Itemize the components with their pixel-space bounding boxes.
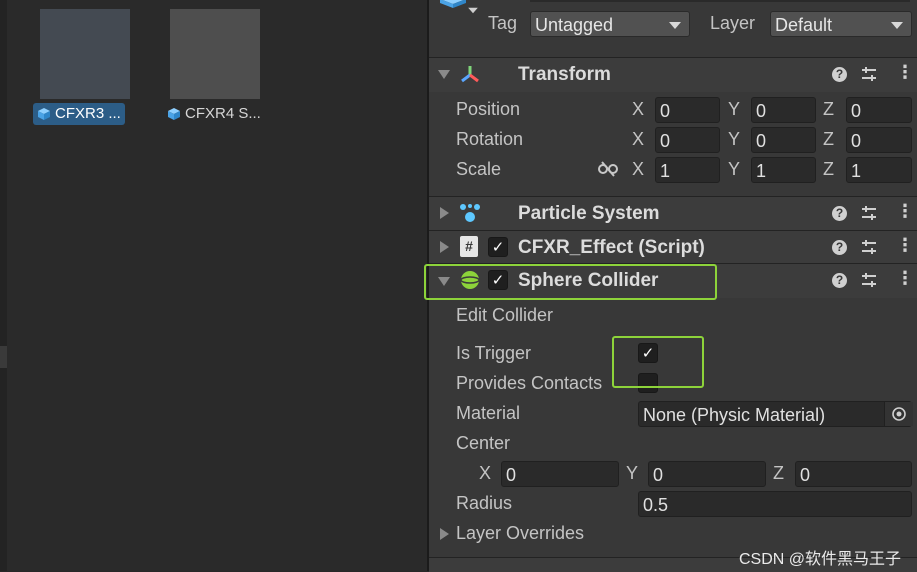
cfxr-effect-title: CFXR_Effect (Script): [518, 237, 705, 258]
presets-icon[interactable]: [860, 272, 878, 289]
asset-item-cfxr4[interactable]: CFXR4 S...: [163, 103, 265, 125]
scale-z-field[interactable]: 1: [846, 157, 912, 183]
more-options-icon[interactable]: ⋮: [896, 235, 914, 256]
tag-dropdown[interactable]: Untagged: [530, 11, 690, 37]
axis-y-label: Y: [728, 129, 741, 149]
watermark-text: CSDN @软件黑马王子: [739, 551, 902, 568]
center-y-field[interactable]: 0: [648, 461, 766, 487]
center-label: Center: [456, 433, 511, 453]
more-options-icon[interactable]: ⋮: [896, 62, 914, 83]
help-icon[interactable]: ?: [832, 240, 847, 255]
prefab-cube-icon: [38, 108, 50, 120]
chevron-down-icon: [669, 22, 681, 29]
axis-y-label: Y: [626, 463, 639, 483]
layer-dropdown[interactable]: Default: [770, 11, 912, 37]
transform-title: Transform: [518, 64, 611, 85]
radius-label: Radius: [456, 493, 513, 513]
rotation-y-field[interactable]: 0: [751, 127, 816, 153]
axis-y-label: Y: [728, 99, 741, 119]
presets-icon[interactable]: [860, 239, 878, 256]
axis-z-label: Z: [773, 463, 784, 483]
name-field-edge: [530, 0, 910, 2]
object-picker-button[interactable]: [884, 402, 913, 426]
position-label: Position: [456, 99, 521, 119]
edit-collider-button[interactable]: Edit Collider: [456, 305, 553, 326]
chevron-down-icon: [891, 22, 903, 29]
foldout-arrow-icon[interactable]: [438, 70, 450, 79]
more-options-icon[interactable]: ⋮: [896, 268, 914, 289]
particle-system-title: Particle System: [518, 203, 660, 224]
axis-z-label: Z: [823, 99, 834, 119]
rotation-z-field[interactable]: 0: [846, 127, 912, 153]
foldout-arrow-icon[interactable]: [440, 207, 449, 219]
asset-label: CFXR3 ...: [55, 105, 121, 122]
center-x-field[interactable]: 0: [501, 461, 619, 487]
axis-x-label: X: [632, 99, 645, 119]
presets-icon[interactable]: [860, 66, 878, 83]
help-icon[interactable]: ?: [832, 67, 847, 82]
link-broken-icon[interactable]: [598, 161, 618, 177]
help-icon[interactable]: ?: [832, 206, 847, 221]
icon-dropdown-icon[interactable]: [468, 7, 478, 14]
axis-z-label: Z: [823, 159, 834, 179]
axis-z-label: Z: [823, 129, 834, 149]
annotation-highlight-box: [612, 336, 704, 388]
material-value: None (Physic Material): [643, 405, 826, 425]
asset-label: CFXR4 S...: [185, 105, 261, 122]
position-z-field[interactable]: 0: [846, 97, 912, 123]
tag-label: Tag: [488, 13, 518, 33]
axis-x-label: X: [632, 159, 645, 179]
position-x-field[interactable]: 0: [655, 97, 720, 123]
cfxr-effect-enabled-checkbox[interactable]: ✓: [488, 237, 508, 257]
asset-thumbnail[interactable]: [40, 9, 130, 99]
scale-x-field[interactable]: 1: [655, 157, 720, 183]
is-trigger-label: Is Trigger: [456, 343, 532, 363]
panel-edge: [0, 0, 7, 571]
axis-x-label: X: [632, 129, 645, 149]
axis-y-label: Y: [728, 159, 741, 179]
annotation-highlight-box: [424, 264, 717, 300]
transform-icon: [461, 66, 479, 83]
layer-value: Default: [775, 15, 833, 35]
layer-overrides-foldout[interactable]: Layer Overrides: [456, 523, 584, 544]
target-icon: [892, 407, 906, 421]
gameobject-cube-icon: [440, 0, 466, 8]
asset-item-cfxr3[interactable]: CFXR3 ...: [33, 103, 125, 125]
particle-system-icon: [460, 204, 480, 222]
prefab-cube-icon: [168, 108, 180, 120]
scale-label: Scale: [456, 159, 502, 179]
tag-value: Untagged: [535, 15, 614, 35]
asset-thumbnail[interactable]: [170, 9, 260, 99]
rotation-label: Rotation: [456, 129, 524, 149]
scale-y-field[interactable]: 1: [751, 157, 816, 183]
material-field[interactable]: None (Physic Material): [638, 401, 912, 427]
panel-resize-handle[interactable]: [0, 346, 7, 368]
more-options-icon[interactable]: ⋮: [896, 201, 914, 222]
radius-field[interactable]: 0.5: [638, 491, 912, 517]
rotation-x-field[interactable]: 0: [655, 127, 720, 153]
help-icon[interactable]: ?: [832, 273, 847, 288]
position-y-field[interactable]: 0: [751, 97, 816, 123]
axis-x-label: X: [479, 463, 492, 483]
foldout-arrow-icon[interactable]: [440, 241, 449, 253]
provides-contacts-label: Provides Contacts: [456, 373, 603, 393]
material-label: Material: [456, 403, 521, 423]
layer-label: Layer: [710, 13, 756, 33]
foldout-arrow-icon[interactable]: [440, 528, 449, 540]
script-icon: #: [460, 236, 478, 257]
center-z-field[interactable]: 0: [795, 461, 912, 487]
presets-icon[interactable]: [860, 205, 878, 222]
